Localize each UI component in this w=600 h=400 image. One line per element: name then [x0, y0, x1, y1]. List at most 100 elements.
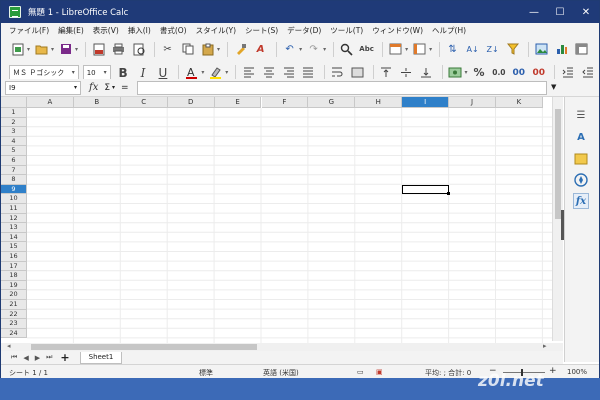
- copy-icon[interactable]: [179, 41, 196, 58]
- row-header-21[interactable]: 21: [1, 300, 27, 310]
- scroll-left-icon[interactable]: ◂: [7, 342, 11, 350]
- save-dropdown-icon[interactable]: ▾: [75, 46, 78, 53]
- row-header-12[interactable]: 12: [1, 213, 27, 224]
- menu-sheet[interactable]: シート(S): [245, 25, 278, 36]
- sum-dropdown-icon[interactable]: ▾: [112, 84, 115, 91]
- new-icon[interactable]: [9, 41, 26, 58]
- column-header-j[interactable]: J: [449, 97, 496, 108]
- expand-formula-bar-icon[interactable]: ▼: [551, 83, 556, 91]
- column-header-d[interactable]: D: [167, 97, 215, 108]
- row-header-1[interactable]: 1: [1, 108, 27, 118]
- column-header-c[interactable]: C: [120, 97, 168, 108]
- sum-icon[interactable]: Σ: [104, 83, 110, 93]
- column-header-f[interactable]: F: [261, 97, 309, 108]
- page-style[interactable]: 標準: [199, 368, 213, 378]
- gallery-icon[interactable]: [573, 151, 589, 167]
- menu-styles[interactable]: スタイル(Y): [196, 25, 236, 36]
- column-header-h[interactable]: H: [355, 97, 403, 108]
- column-dropdown-icon[interactable]: ▾: [429, 46, 432, 53]
- row-header-15[interactable]: 15: [1, 242, 27, 252]
- language[interactable]: 英語 (米国): [263, 368, 299, 378]
- menu-window[interactable]: ウィンドウ(W): [372, 25, 423, 36]
- row-header-14[interactable]: 14: [1, 232, 27, 243]
- cut-icon[interactable]: ✂: [159, 41, 176, 58]
- export-pdf-icon[interactable]: [90, 41, 107, 58]
- undo-icon[interactable]: ↶: [281, 41, 298, 58]
- open-dropdown-icon[interactable]: ▾: [51, 46, 54, 53]
- first-sheet-icon[interactable]: ⏮: [11, 353, 17, 362]
- next-sheet-icon[interactable]: ▶: [35, 354, 40, 362]
- functions-icon[interactable]: fx: [573, 193, 589, 209]
- menu-tools[interactable]: ツール(T): [330, 25, 363, 36]
- row-header-3[interactable]: 3: [1, 127, 27, 137]
- selection-mode-icon[interactable]: ▭: [357, 368, 364, 376]
- column-header-k[interactable]: K: [496, 97, 543, 108]
- row-header-13[interactable]: 13: [1, 223, 27, 233]
- row-header-11[interactable]: 11: [1, 204, 27, 214]
- paste-icon[interactable]: [199, 41, 216, 58]
- image-icon[interactable]: [533, 41, 550, 58]
- currency-dropdown-icon[interactable]: ▾: [464, 69, 467, 76]
- row-header-20[interactable]: 20: [1, 290, 27, 300]
- menu-data[interactable]: データ(D): [287, 25, 321, 36]
- print-icon[interactable]: [110, 41, 127, 58]
- redo-dropdown-icon[interactable]: ▾: [323, 46, 326, 53]
- horizontal-scrollbar[interactable]: ◂ ▸: [1, 342, 563, 351]
- menu-format[interactable]: 書式(O): [160, 25, 187, 36]
- zoom-level[interactable]: 100%: [567, 368, 587, 376]
- menu-help[interactable]: ヘルプ(H): [432, 25, 466, 36]
- row-header-18[interactable]: 18: [1, 271, 27, 281]
- clear-format-icon[interactable]: A: [252, 41, 269, 58]
- redo-icon[interactable]: ↷: [305, 41, 322, 58]
- vertical-scroll-thumb[interactable]: [555, 109, 561, 219]
- sort-asc-icon[interactable]: A↓: [464, 41, 481, 58]
- menu-view[interactable]: 表示(V): [93, 25, 119, 36]
- row-header-6[interactable]: 6: [1, 156, 27, 166]
- sidebar-menu-icon[interactable]: ☰: [573, 107, 589, 123]
- last-sheet-icon[interactable]: ⏭: [46, 353, 52, 362]
- horizontal-scroll-thumb[interactable]: [31, 344, 257, 350]
- save-icon[interactable]: [57, 41, 74, 58]
- function-wizard-icon[interactable]: fx: [89, 82, 98, 93]
- row-icon[interactable]: [387, 41, 404, 58]
- column-header-b[interactable]: B: [73, 97, 121, 108]
- undo-dropdown-icon[interactable]: ▾: [299, 46, 302, 53]
- zoom-in-icon[interactable]: +: [549, 366, 557, 376]
- row-header-4[interactable]: 4: [1, 136, 27, 147]
- scroll-right-icon[interactable]: ▸: [543, 342, 547, 350]
- add-sheet-button[interactable]: +: [60, 351, 69, 364]
- sheet-tab[interactable]: Sheet1: [79, 351, 123, 364]
- chevron-down-icon[interactable]: ▾: [104, 69, 107, 76]
- row-header-23[interactable]: 23: [1, 319, 27, 329]
- active-cell-cursor[interactable]: [402, 184, 450, 195]
- row-header-19[interactable]: 19: [1, 280, 27, 291]
- formula-icon[interactable]: =: [121, 83, 129, 93]
- new-dropdown-icon[interactable]: ▾: [27, 46, 30, 53]
- column-header-a[interactable]: A: [27, 97, 74, 108]
- row-header-22[interactable]: 22: [1, 309, 27, 320]
- row-header-16[interactable]: 16: [1, 252, 27, 262]
- close-button[interactable]: ✕: [573, 1, 599, 23]
- chevron-down-icon[interactable]: ▾: [74, 84, 77, 91]
- chevron-down-icon[interactable]: ▾: [72, 69, 75, 76]
- paste-dropdown-icon[interactable]: ▾: [217, 46, 220, 53]
- sort-icon[interactable]: ⇅: [444, 41, 461, 58]
- menu-file[interactable]: ファイル(F): [9, 25, 49, 36]
- name-box[interactable]: I9 ▾: [5, 80, 81, 95]
- highlight-dropdown-icon[interactable]: ▾: [225, 69, 228, 76]
- row-header-2[interactable]: 2: [1, 117, 27, 128]
- row-header-5[interactable]: 5: [1, 146, 27, 156]
- styles-icon[interactable]: A: [573, 129, 589, 145]
- column-icon[interactable]: [411, 41, 428, 58]
- column-header-i[interactable]: I: [402, 97, 450, 108]
- sort-desc-icon[interactable]: Z↓: [484, 41, 501, 58]
- prev-sheet-icon[interactable]: ◀: [23, 354, 28, 362]
- formula-input[interactable]: [137, 81, 547, 95]
- find-replace-icon[interactable]: [338, 41, 355, 58]
- spreadsheet-grid[interactable]: A B C D E F G H I J K 1 2 3 4 5 6 7 8 9 10 11 12 13 14 15 16 17 18 19…: [1, 97, 563, 343]
- print-preview-icon[interactable]: [130, 41, 147, 58]
- chart-icon[interactable]: [553, 41, 570, 58]
- pivot-table-icon[interactable]: [573, 41, 590, 58]
- clone-format-icon[interactable]: [232, 41, 249, 58]
- row-header-8[interactable]: 8: [1, 175, 27, 185]
